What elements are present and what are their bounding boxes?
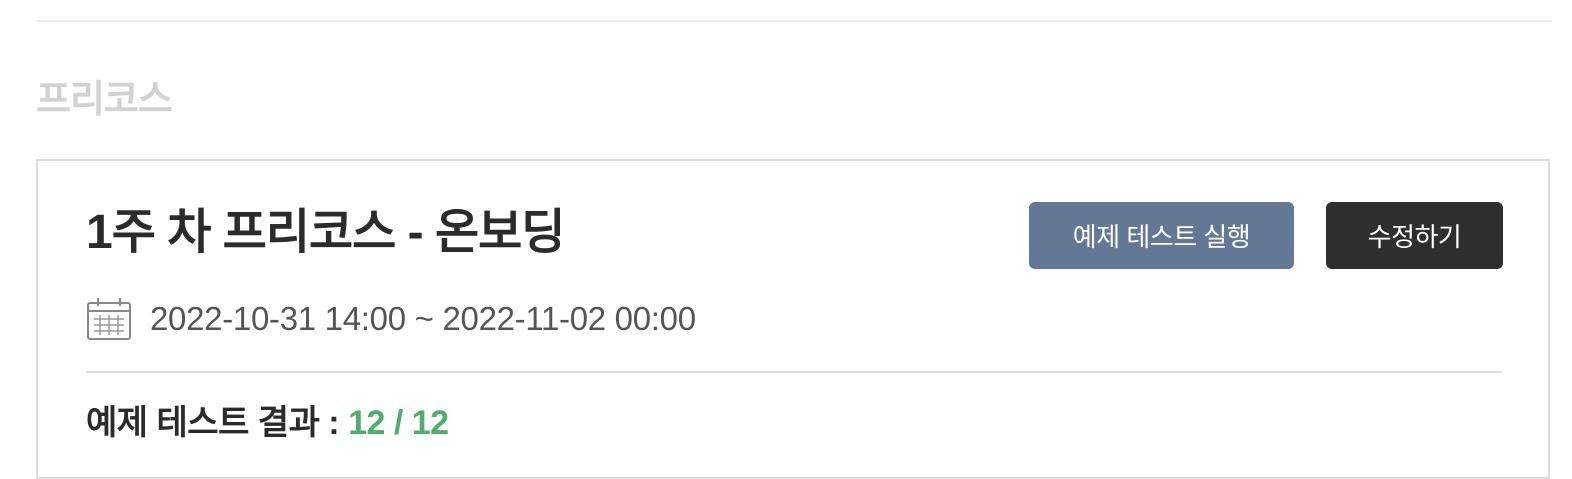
course-card: 1주 차 프리코스 - 온보딩 예제 테스트 실행 수정하기 2022-10-3…	[36, 159, 1550, 479]
run-example-tests-button[interactable]: 예제 테스트 실행	[1029, 202, 1294, 269]
edit-button[interactable]: 수정하기	[1326, 202, 1503, 269]
calendar-icon	[86, 297, 132, 341]
test-result-label: 예제 테스트 결과 :	[86, 404, 349, 442]
date-range-row: 2022-10-31 14:00 ~ 2022-11-02 00:00	[86, 297, 696, 341]
date-range: 2022-10-31 14:00 ~ 2022-11-02 00:00	[150, 300, 696, 337]
course-title: 1주 차 프리코스 - 온보딩	[86, 206, 565, 259]
card-divider	[86, 371, 1502, 373]
top-divider	[36, 20, 1552, 22]
section-title: 프리코스	[36, 79, 173, 121]
test-result: 예제 테스트 결과 : 12 / 12	[86, 399, 449, 447]
test-result-value: 12 / 12	[348, 404, 449, 442]
